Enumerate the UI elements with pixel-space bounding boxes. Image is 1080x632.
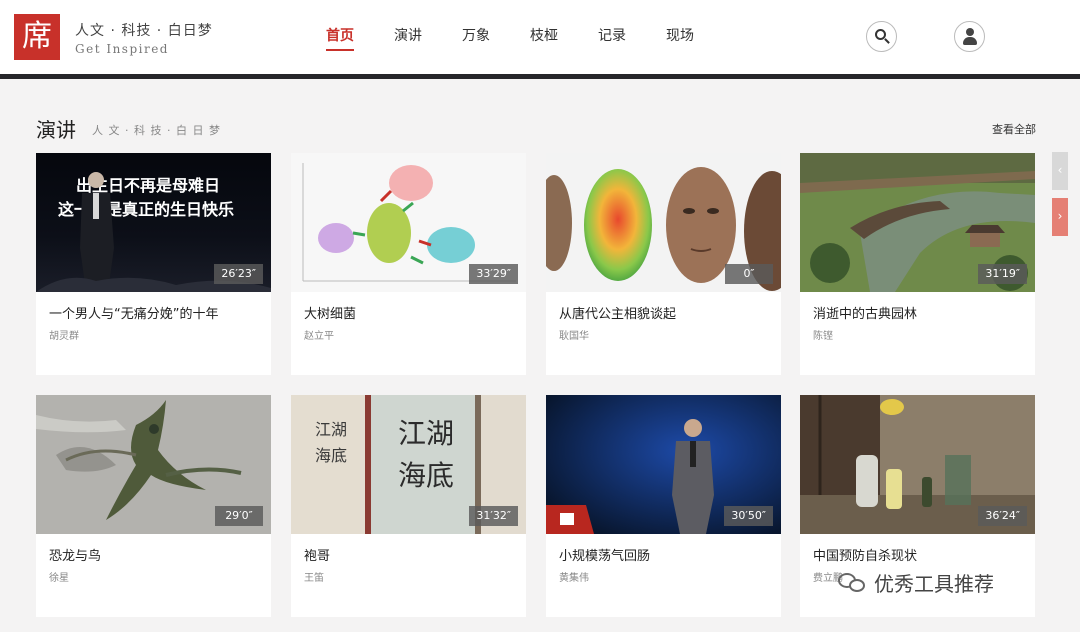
- video-thumbnail[interactable]: 33′29″: [291, 153, 526, 292]
- video-title[interactable]: 从唐代公主相貌谈起: [559, 303, 676, 322]
- video-thumbnail[interactable]: 江湖 海底 江湖 海底 31′32″: [291, 395, 526, 534]
- brand-title: 人文 · 科技 · 白日梦: [75, 23, 213, 39]
- video-card[interactable]: 江湖 海底 江湖 海底 31′32″ 袍哥 王笛: [291, 395, 526, 617]
- brand-subtitle: Get Inspired: [75, 42, 169, 56]
- video-title[interactable]: 消逝中的古典园林: [813, 303, 917, 322]
- chevron-left-icon: ‹: [1057, 163, 1063, 177]
- video-card[interactable]: 出生日不再是母难日 这一天是真正的生日快乐 26′23″ 一个男人与“无痛分娩”…: [36, 153, 271, 375]
- see-all-link[interactable]: 查看全部: [992, 121, 1036, 137]
- video-thumbnail[interactable]: 36′24″: [800, 395, 1035, 534]
- section-subtitle: 人 文 · 科 技 · 白 日 梦: [92, 124, 221, 137]
- nav-item-records[interactable]: 记录: [598, 25, 626, 49]
- video-duration: 0″: [725, 264, 773, 284]
- main-nav: 首页 演讲 万象 枝桠 记录 现场: [326, 25, 734, 51]
- video-card[interactable]: 0″ 从唐代公主相貌谈起 耿国华: [546, 153, 781, 375]
- video-title[interactable]: 大树细菌: [304, 303, 356, 322]
- nav-item-talks[interactable]: 演讲: [394, 25, 422, 49]
- watermark: 优秀工具推荐: [838, 568, 994, 597]
- user-account-button[interactable]: [954, 21, 985, 52]
- video-thumbnail[interactable]: 出生日不再是母难日 这一天是真正的生日快乐 26′23″: [36, 153, 271, 292]
- svg-text:江湖: 江湖: [315, 420, 347, 439]
- svg-text:海底: 海底: [315, 446, 347, 465]
- video-duration: 29′0″: [215, 506, 263, 526]
- nav-item-live[interactable]: 现场: [666, 25, 694, 49]
- svg-text:江湖: 江湖: [398, 417, 454, 450]
- header-divider: [0, 74, 1080, 79]
- video-thumbnail[interactable]: 31′19″: [800, 153, 1035, 292]
- chevron-right-icon: ›: [1057, 209, 1063, 223]
- video-title[interactable]: 恐龙与鸟: [49, 545, 101, 564]
- video-title[interactable]: 一个男人与“无痛分娩”的十年: [49, 303, 218, 322]
- video-card[interactable]: 30′50″ 小规模荡气回肠 黄集伟: [546, 395, 781, 617]
- video-thumbnail[interactable]: 0″: [546, 153, 781, 292]
- video-card[interactable]: 31′19″ 消逝中的古典园林 陈铿: [800, 153, 1035, 375]
- site-header: 席 人文 · 科技 · 白日梦 Get Inspired 首页 演讲 万象 枝桠…: [0, 0, 1080, 74]
- video-title[interactable]: 小规模荡气回肠: [559, 545, 650, 564]
- video-thumbnail[interactable]: 29′0″: [36, 395, 271, 534]
- speaker-name: 陈铿: [813, 331, 833, 342]
- watermark-text: 优秀工具推荐: [874, 572, 994, 596]
- video-duration: 31′32″: [469, 506, 518, 526]
- video-card[interactable]: 29′0″ 恐龙与鸟 徐星: [36, 395, 271, 617]
- nav-item-wanxiang[interactable]: 万象: [462, 25, 490, 49]
- svg-text:海底: 海底: [398, 459, 454, 492]
- video-card[interactable]: 33′29″ 大树细菌 赵立平: [291, 153, 526, 375]
- video-title[interactable]: 中国预防自杀现状: [813, 545, 917, 564]
- speaker-name: 黄集伟: [559, 573, 589, 584]
- nav-item-zhiya[interactable]: 枝桠: [530, 25, 558, 49]
- video-title[interactable]: 袍哥: [304, 545, 330, 564]
- video-duration: 33′29″: [469, 264, 518, 284]
- site-logo[interactable]: 席: [14, 14, 60, 60]
- carousel-next-button[interactable]: ›: [1052, 198, 1068, 236]
- video-duration: 30′50″: [724, 506, 773, 526]
- speaker-name: 徐星: [49, 573, 69, 584]
- speaker-name: 耿国华: [559, 331, 589, 342]
- wechat-icon: [838, 571, 868, 595]
- speaker-name: 王笛: [304, 573, 324, 584]
- video-duration: 31′19″: [978, 264, 1027, 284]
- video-thumbnail[interactable]: 30′50″: [546, 395, 781, 534]
- video-duration: 36′24″: [978, 506, 1027, 526]
- nav-item-home[interactable]: 首页: [326, 25, 354, 51]
- carousel-prev-button[interactable]: ‹: [1052, 152, 1068, 190]
- search-button[interactable]: [866, 21, 897, 52]
- section-title: 演讲: [36, 118, 76, 142]
- speaker-name: 赵立平: [304, 331, 334, 342]
- speaker-name: 胡灵群: [49, 331, 79, 342]
- video-duration: 26′23″: [214, 264, 263, 284]
